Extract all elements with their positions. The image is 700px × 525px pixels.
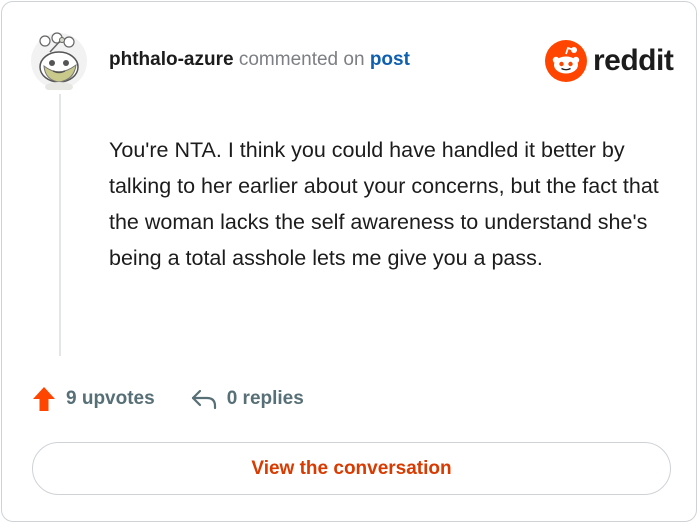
comment-body: You're NTA. I think you could have handl… — [109, 138, 659, 270]
reddit-logo[interactable]: reddit — [545, 40, 674, 82]
replies-count: 0 replies — [226, 388, 304, 409]
post-link[interactable]: post — [370, 49, 410, 70]
upvote-arrow-icon — [32, 386, 56, 412]
replies-stat[interactable]: 0 replies — [191, 388, 304, 410]
snoo-avatar-icon — [31, 32, 87, 92]
reddit-wordmark: reddit — [593, 44, 674, 77]
user-avatar[interactable] — [30, 32, 88, 92]
comment-embed-card: phthalo-azure commented on post reddit Y… — [1, 1, 697, 522]
upvotes-stat[interactable]: 9 upvotes — [32, 386, 155, 412]
reply-arrow-icon — [191, 388, 217, 410]
action-text: commented on — [238, 49, 365, 70]
view-conversation-button[interactable]: View the conversation — [32, 442, 671, 495]
thread-line — [59, 94, 61, 356]
comment-stats: 9 upvotes 0 replies — [32, 384, 304, 414]
comment-header: phthalo-azure commented on post — [109, 48, 410, 72]
reddit-snoo-icon — [545, 40, 587, 82]
upvotes-count: 9 upvotes — [66, 388, 155, 409]
username-link[interactable]: phthalo-azure — [109, 49, 234, 70]
